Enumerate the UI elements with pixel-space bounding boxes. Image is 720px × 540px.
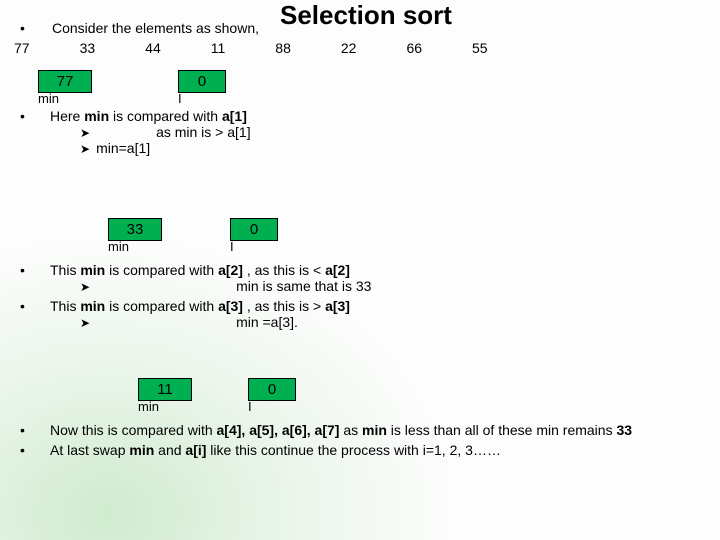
bullet-icon: •	[20, 262, 32, 278]
intro-row: • Consider the elements as shown,	[20, 20, 259, 36]
bullet-icon: •	[20, 108, 32, 124]
step2-line1: This min is compared with a[2] , as this…	[50, 262, 350, 278]
arrow-icon	[80, 140, 96, 156]
step2-i-label: I	[230, 239, 278, 254]
step1-i-box: 0	[178, 70, 226, 93]
step1-line: Here min is compared with a[1]	[50, 108, 247, 124]
step3-i-box: 0	[248, 378, 296, 401]
bullet-icon: •	[20, 422, 32, 438]
step2-sub1: min is same that is 33	[236, 278, 371, 294]
arr-7: 55	[472, 40, 488, 56]
arr-2: 44	[145, 40, 161, 56]
step1-min-label: min	[38, 91, 92, 106]
arr-1: 33	[80, 40, 96, 56]
step2-sub2: min =a[3].	[236, 314, 298, 330]
intro-text: Consider the elements as shown,	[52, 20, 259, 36]
arr-5: 22	[341, 40, 357, 56]
bullet-icon: •	[20, 442, 32, 458]
arr-4: 88	[275, 40, 291, 56]
bullet-icon: •	[20, 298, 32, 314]
bullet-icon: •	[20, 20, 32, 36]
array-values: 77 33 44 11 88 22 66 55	[14, 40, 488, 56]
step1: 77 min 0 I • Here min is compared with a…	[38, 70, 251, 160]
step3-min-box: 11	[138, 378, 192, 401]
step1-i-label: I	[178, 91, 226, 106]
step3-i-label: I	[248, 399, 296, 414]
step2-min-box: 33	[108, 218, 162, 241]
step3-line1: Now this is compared with a[4], a[5], a[…	[50, 422, 632, 438]
step1-sub1: as min is > a[1]	[156, 124, 251, 140]
step1-min-box: 77	[38, 70, 92, 93]
slide-title: Selection sort	[280, 0, 452, 31]
arrow-icon	[80, 124, 96, 140]
step2-line2: This min is compared with a[3] , as this…	[50, 298, 350, 314]
arrow-icon	[80, 314, 96, 330]
step3-text: • Now this is compared with a[4], a[5], …	[20, 422, 700, 462]
step3-min-label: min	[138, 399, 192, 414]
arr-0: 77	[14, 40, 30, 56]
step2-i-box: 0	[230, 218, 278, 241]
step1-sub2: min=a[1]	[96, 140, 150, 156]
step2-min-label: min	[108, 239, 162, 254]
arr-3: 11	[211, 40, 226, 56]
step2-boxes: 33 min 0 I	[108, 218, 278, 254]
arr-6: 66	[406, 40, 422, 56]
step3-line2: At last swap min and a[i] like this cont…	[50, 442, 501, 458]
step3-boxes: 11 min 0 I	[138, 378, 296, 414]
step2-text: • This min is compared with a[2] , as th…	[20, 262, 371, 334]
arrow-icon	[80, 278, 96, 294]
